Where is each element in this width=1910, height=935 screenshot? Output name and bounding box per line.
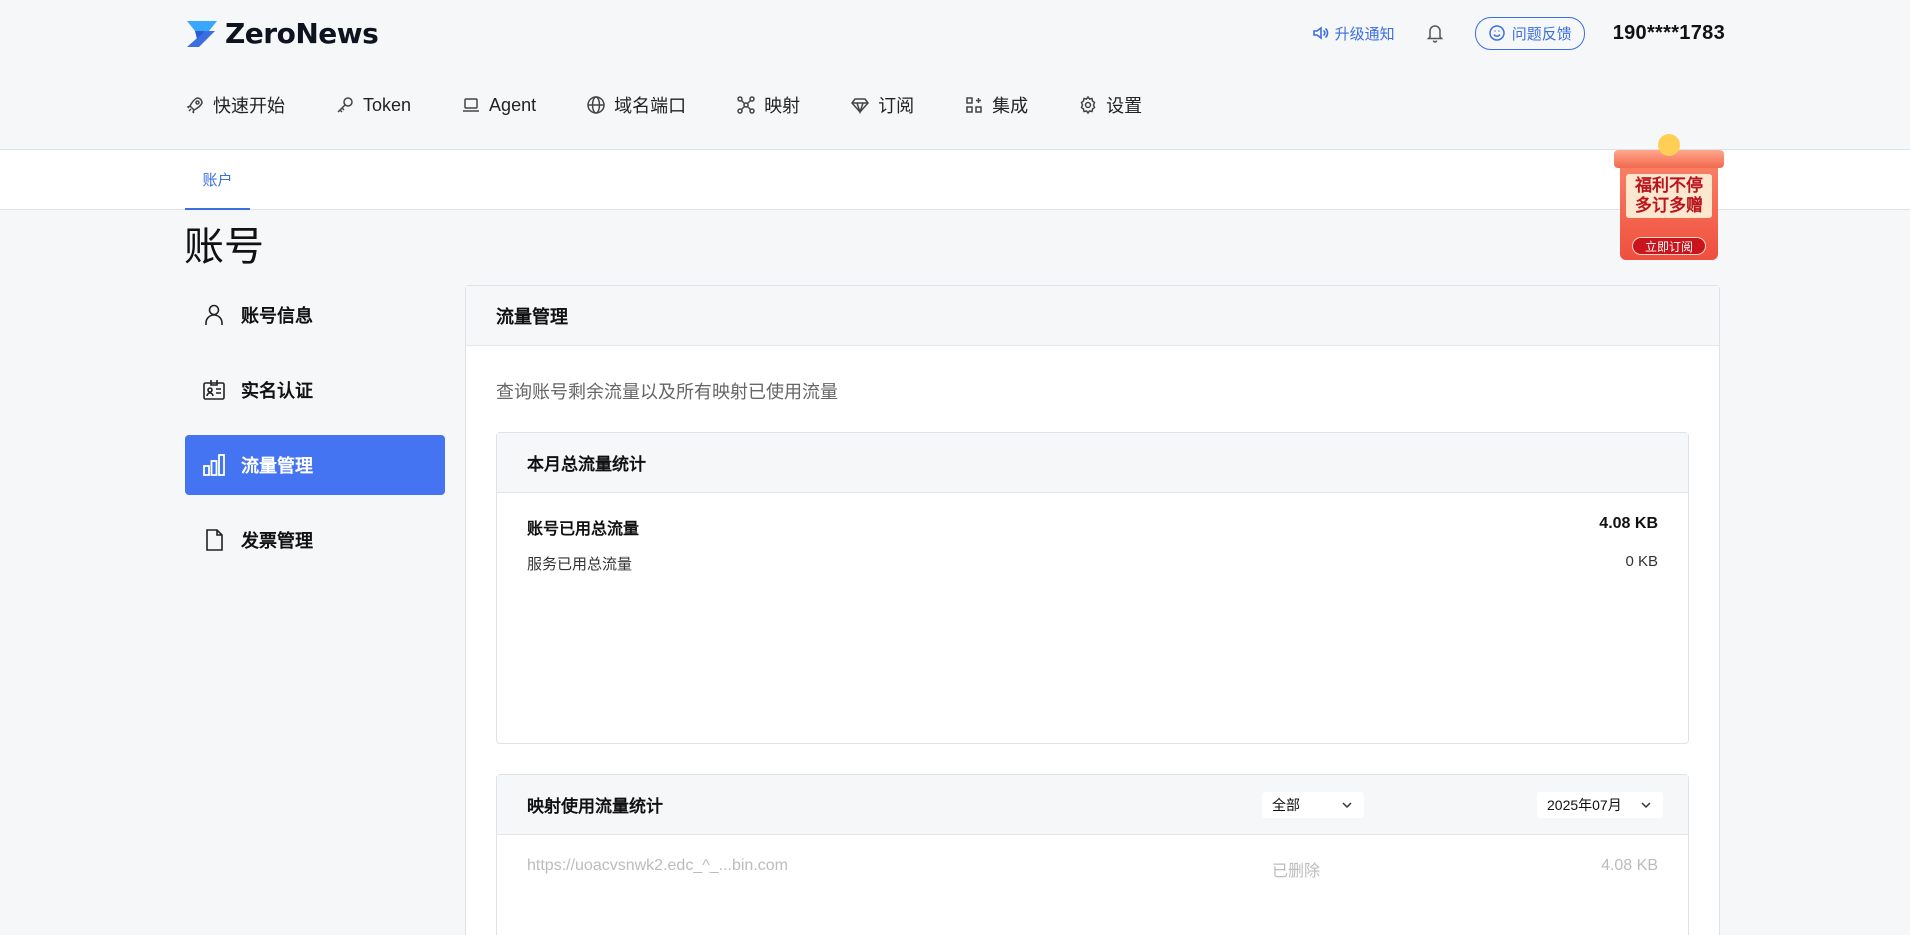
subscribe-now-button[interactable]: 立即订阅 [1632,237,1706,255]
mapping-filter-select[interactable]: 全部 [1262,792,1364,818]
mapping-url: https://uoacvsnwk2.edc_^_...bin.com [527,857,788,874]
rocket-icon [186,97,203,114]
promo-gift-badge[interactable]: 福利不停 多订多赠 立即订阅 [1612,134,1726,264]
sidebar-item-label: 账号信息 [241,306,313,326]
card-description: 查询账号剩余流量以及所有映射已使用流量 [496,382,838,402]
mapping-status: 已删除 [1272,863,1321,880]
sidebar-item-invoice[interactable]: 发票管理 [185,510,445,570]
nav-label: 订阅 [878,96,915,116]
sidebar-item-label: 流量管理 [241,456,313,476]
id-card-icon [203,380,225,400]
nav-label: 设置 [1106,96,1143,116]
nav-item-integration[interactable]: 集成 [964,92,1028,118]
page-title: 账号 [184,225,264,269]
monthly-panel-title: 本月总流量统计 [497,433,1688,493]
apps-icon [966,97,982,113]
service-traffic-row: 服务已用总流量 0 KB [527,553,1658,574]
tab-account[interactable]: 账户 [185,150,250,210]
nav-label: 映射 [764,96,801,116]
main-nav: 快速开始 Token Agent 域名端口 映射 订阅 集成 设置 [185,92,1192,118]
brand-name: ZeroNews [225,17,379,50]
service-traffic-value: 0 KB [1625,553,1658,570]
nav-item-mapping[interactable]: 映射 [736,92,800,118]
upgrade-label: 升级通知 [1334,25,1395,43]
feedback-label: 问题反馈 [1511,25,1572,43]
nav-item-token[interactable]: Token [335,92,411,118]
laptop-icon [463,98,480,112]
promo-line-1: 福利不停 [1635,176,1703,195]
user-account[interactable]: 190****1783 [1613,22,1725,45]
mapping-traffic-panel: 映射使用流量统计 全部 2025年07月 https://uoacvsnwk2.… [496,774,1689,935]
diamond-icon [851,98,870,115]
sidebar-item-account-info[interactable]: 账号信息 [185,285,445,345]
chevron-down-icon [1641,802,1651,809]
upgrade-notice-button[interactable]: 升级通知 [1311,23,1395,44]
user-icon [205,304,223,325]
account-traffic-label: 账号已用总流量 [527,521,640,538]
nav-item-domain-port[interactable]: 域名端口 [586,92,686,118]
chevron-down-icon [1342,802,1352,809]
key-icon [337,97,353,113]
globe-icon [587,96,605,114]
sidebar-item-real-name[interactable]: 实名认证 [185,360,445,420]
gear-icon [1080,95,1096,115]
account-sidebar: 账号信息 实名认证 流量管理 发票管理 [185,285,445,585]
header-actions: 升级通知 问题反馈 190****1783 [1311,16,1725,50]
logo[interactable]: ZeroNews [185,17,379,50]
nav-item-settings[interactable]: 设置 [1078,92,1142,118]
month-select[interactable]: 2025年07月 [1537,792,1663,818]
nav-label: Token [363,94,412,115]
smile-icon [1488,25,1505,41]
sidebar-item-label: 发票管理 [241,531,313,551]
nav-item-subscription[interactable]: 订阅 [850,92,914,118]
nav-label: 集成 [992,96,1029,116]
nav-item-quick-start[interactable]: 快速开始 [185,92,285,118]
service-traffic-label: 服务已用总流量 [527,556,633,573]
nav-label: Agent [489,94,537,115]
nav-item-agent[interactable]: Agent [461,92,536,118]
promo-text: 福利不停 多订多赠 [1626,174,1712,218]
speaker-icon [1312,26,1328,40]
mapping-filter-value: 全部 [1272,797,1300,813]
traffic-management-card: 流量管理 查询账号剩余流量以及所有映射已使用流量 本月总流量统计 账号已用总流量… [465,285,1720,935]
notifications-button[interactable] [1423,21,1447,45]
logo-icon [185,19,219,49]
feedback-button[interactable]: 问题反馈 [1474,16,1585,50]
promo-line-2: 多订多赠 [1635,196,1703,215]
bar-chart-icon [203,454,225,476]
monthly-traffic-panel: 本月总流量统计 账号已用总流量 4.08 KB 服务已用总流量 0 KB [496,432,1689,744]
account-traffic-value: 4.08 KB [1599,515,1658,532]
top-header: ZeroNews 升级通知 问题反馈 190****1783 快速开始 Toke… [0,0,1910,150]
bell-icon [1426,25,1443,43]
table-row: https://uoacvsnwk2.edc_^_...bin.com 已删除 … [527,857,1658,881]
card-title: 流量管理 [466,286,1719,346]
gift-ribbon-icon [1658,134,1680,156]
document-icon [206,529,223,551]
sidebar-item-traffic[interactable]: 流量管理 [185,435,445,495]
mapping-panel-header: 映射使用流量统计 全部 2025年07月 [497,775,1688,835]
mapping-traffic-value: 4.08 KB [1601,857,1658,874]
network-icon [737,96,755,114]
mapping-panel-title: 映射使用流量统计 [527,797,663,816]
month-value: 2025年07月 [1547,797,1622,813]
sidebar-item-label: 实名认证 [241,381,313,401]
nav-label: 快速开始 [213,96,285,116]
account-traffic-row: 账号已用总流量 4.08 KB [527,515,1658,539]
nav-label: 域名端口 [614,96,687,116]
